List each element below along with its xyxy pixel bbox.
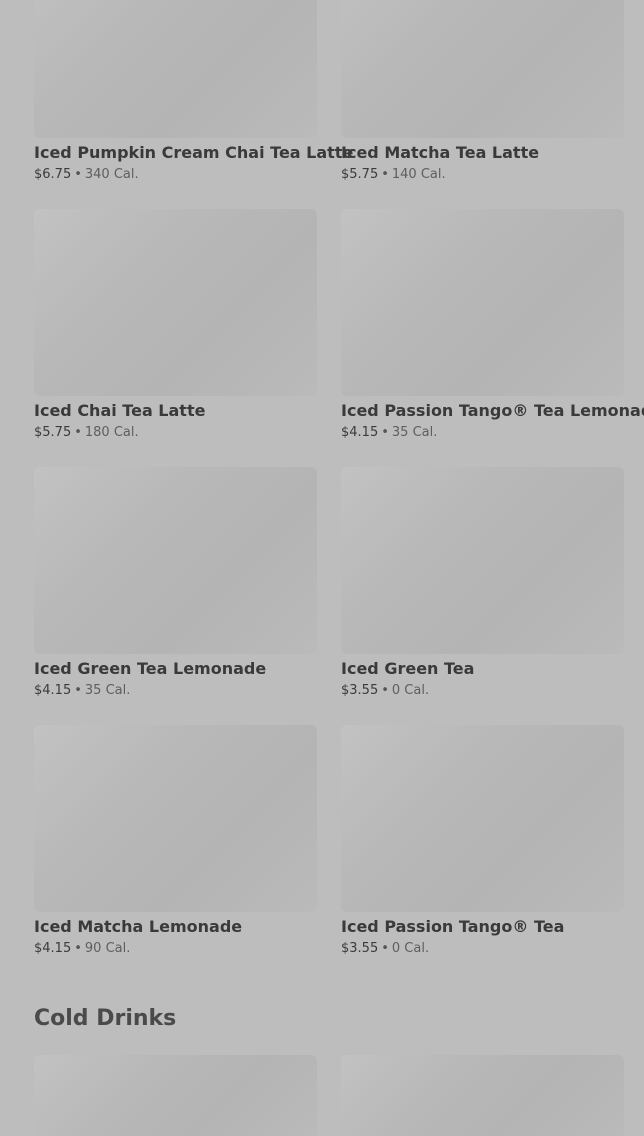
product-meta: $3.55 • 0 Cal. bbox=[341, 683, 624, 698]
separator-dot: • bbox=[74, 941, 82, 956]
product-card[interactable] bbox=[341, 1055, 624, 1136]
product-price: $4.15 bbox=[34, 941, 72, 956]
product-calories: 180 Cal. bbox=[84, 425, 139, 440]
product-image[interactable] bbox=[34, 467, 317, 654]
product-calories: 90 Cal. bbox=[84, 941, 131, 956]
separator-dot: • bbox=[381, 167, 389, 182]
product-meta: $4.15 • 35 Cal. bbox=[34, 683, 317, 698]
separator-dot: • bbox=[381, 683, 389, 698]
product-meta: $5.75 • 140 Cal. bbox=[341, 167, 624, 182]
product-name[interactable]: Iced Pumpkin Cream Chai Tea Latte bbox=[34, 144, 353, 162]
section-title-cold-drinks: Cold Drinks bbox=[34, 1006, 177, 1031]
product-meta: $4.15 • 35 Cal. bbox=[341, 425, 624, 440]
separator-dot: • bbox=[381, 941, 389, 956]
product-image[interactable] bbox=[341, 0, 624, 138]
product-price: $3.55 bbox=[341, 941, 379, 956]
product-meta: $3.55 • 0 Cal. bbox=[341, 941, 624, 956]
product-image[interactable] bbox=[34, 0, 317, 138]
product-name[interactable]: Iced Matcha Lemonade bbox=[34, 918, 317, 936]
product-calories: 340 Cal. bbox=[84, 167, 139, 182]
product-image[interactable] bbox=[341, 209, 624, 396]
product-name[interactable]: Iced Green Tea Lemonade bbox=[34, 660, 317, 678]
product-meta: $6.75 • 340 Cal. bbox=[34, 167, 317, 182]
separator-dot: • bbox=[74, 425, 82, 440]
product-image[interactable] bbox=[34, 209, 317, 396]
product-name[interactable]: Iced Matcha Tea Latte bbox=[341, 144, 624, 162]
product-card[interactable]: Iced Chai Tea Latte $5.75 • 180 Cal. bbox=[34, 209, 317, 440]
product-image[interactable] bbox=[341, 467, 624, 654]
product-card[interactable]: Iced Green Tea $3.55 • 0 Cal. bbox=[341, 467, 624, 698]
product-card[interactable]: Iced Passion Tango® Tea $3.55 • 0 Cal. bbox=[341, 725, 624, 956]
separator-dot: • bbox=[74, 683, 82, 698]
product-calories: 0 Cal. bbox=[391, 941, 430, 956]
product-calories: 0 Cal. bbox=[391, 683, 430, 698]
product-image[interactable] bbox=[34, 725, 317, 912]
product-price: $5.75 bbox=[341, 167, 379, 182]
product-price: $5.75 bbox=[34, 425, 72, 440]
product-image[interactable] bbox=[34, 1055, 317, 1136]
product-card[interactable]: Iced Pumpkin Cream Chai Tea Latte $6.75 •… bbox=[34, 0, 353, 182]
product-price: $4.15 bbox=[341, 425, 379, 440]
product-card[interactable] bbox=[34, 1055, 317, 1136]
separator-dot: • bbox=[381, 425, 389, 440]
separator-dot: • bbox=[74, 167, 82, 182]
product-name[interactable]: Iced Passion Tango® Tea bbox=[341, 918, 624, 936]
product-name[interactable]: Iced Chai Tea Latte bbox=[34, 402, 317, 420]
product-price: $6.75 bbox=[34, 167, 72, 182]
product-card[interactable]: Iced Matcha Lemonade $4.15 • 90 Cal. bbox=[34, 725, 317, 956]
product-card[interactable]: Iced Passion Tango® Tea Lemonade $4.15 • 3… bbox=[341, 209, 644, 440]
product-image[interactable] bbox=[341, 1055, 624, 1136]
product-price: $3.55 bbox=[341, 683, 379, 698]
product-calories: 140 Cal. bbox=[391, 167, 446, 182]
product-image[interactable] bbox=[341, 725, 624, 912]
product-calories: 35 Cal. bbox=[84, 683, 131, 698]
product-name[interactable]: Iced Green Tea bbox=[341, 660, 624, 678]
product-card[interactable]: Iced Matcha Tea Latte $5.75 • 140 Cal. bbox=[341, 0, 624, 182]
product-price: $4.15 bbox=[34, 683, 72, 698]
product-meta: $4.15 • 90 Cal. bbox=[34, 941, 317, 956]
product-name[interactable]: Iced Passion Tango® Tea Lemonade bbox=[341, 402, 644, 420]
product-calories: 35 Cal. bbox=[391, 425, 438, 440]
product-meta: $5.75 • 180 Cal. bbox=[34, 425, 317, 440]
product-card[interactable]: Iced Green Tea Lemonade $4.15 • 35 Cal. bbox=[34, 467, 317, 698]
